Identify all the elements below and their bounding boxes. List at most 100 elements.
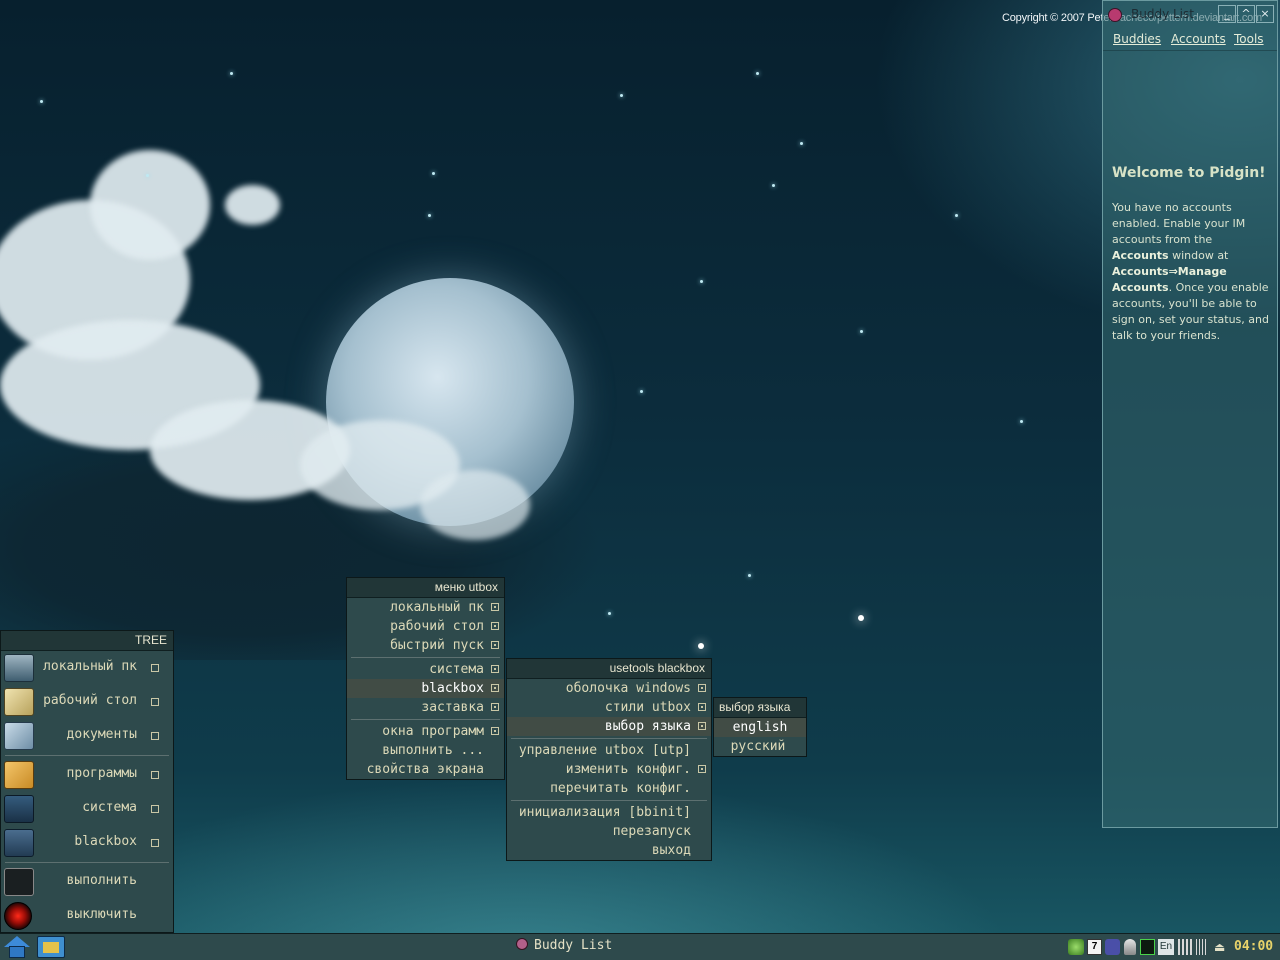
menu-item-language-select[interactable]: выбор языка <box>507 717 711 736</box>
minimize-icon[interactable]: _ <box>1218 5 1236 23</box>
menu-item-windows-shell[interactable]: оболочка windows <box>507 679 711 698</box>
pidgin-icon <box>1108 8 1122 22</box>
menu-item-screensaver[interactable]: заставка <box>347 698 504 717</box>
tree-item-system[interactable]: система <box>1 792 173 826</box>
close-icon[interactable]: × <box>1256 5 1274 23</box>
taskbar-task-buddy-list[interactable]: Buddy List <box>516 938 612 953</box>
menu-item-label: инициализация [bbinit] <box>518 805 691 820</box>
utbox-menu-title: меню utbox <box>347 578 504 598</box>
menu-item-russian[interactable]: русский <box>714 737 806 756</box>
star <box>800 142 803 145</box>
tree-item-local-pc[interactable]: локальный пк <box>1 651 173 685</box>
menu-item-program-windows[interactable]: окна программ <box>347 722 504 741</box>
star <box>40 100 43 103</box>
language-indicator[interactable]: En <box>1158 939 1174 955</box>
tree-item-run[interactable]: выполнить <box>1 865 173 899</box>
star <box>772 184 775 187</box>
task-label: Buddy List <box>534 938 613 953</box>
star <box>428 214 431 217</box>
volume-icon[interactable] <box>1196 939 1206 955</box>
tree-item-label: система <box>82 800 137 815</box>
menu-item-local-pc[interactable]: локальный пк <box>347 598 504 617</box>
eject-icon[interactable]: ⏏ <box>1214 939 1228 955</box>
menu-accounts[interactable]: Accounts <box>1171 32 1226 46</box>
cpu-meter-icon[interactable] <box>1140 939 1155 955</box>
home-icon[interactable] <box>4 936 30 958</box>
menu-item-label: выход <box>651 843 691 858</box>
apps-icon[interactable] <box>37 936 65 958</box>
maximize-icon[interactable]: ^ <box>1237 5 1255 23</box>
menu-item-reload-config[interactable]: перечитать конфиг. <box>507 779 711 798</box>
menu-item-utbox-control[interactable]: управление utbox [utp] <box>507 741 711 760</box>
star <box>698 643 704 649</box>
menu-item-run[interactable]: выполнить ... <box>347 741 504 760</box>
star <box>748 574 751 577</box>
star <box>858 615 864 621</box>
menu-item-label: оболочка windows <box>565 681 691 696</box>
clock: 04:00 <box>1234 939 1274 954</box>
window-titlebar[interactable]: Buddy List _ ^ × <box>1103 1 1277 29</box>
menu-item-english[interactable]: english <box>714 718 806 737</box>
menu-tools[interactable]: Tools <box>1234 32 1264 46</box>
star <box>1020 420 1023 423</box>
programs-icon <box>4 761 34 789</box>
menu-item-system[interactable]: система <box>347 660 504 679</box>
menu-item-desktop[interactable]: рабочий стол <box>347 617 504 636</box>
terminal-icon <box>4 868 34 896</box>
submenu-arrow-icon <box>698 703 706 711</box>
tree-item-label: программы <box>66 766 137 781</box>
tree-item-documents[interactable]: документы <box>1 719 173 753</box>
menu-item-exit[interactable]: выход <box>507 841 711 860</box>
submenu-arrow-icon <box>491 665 499 673</box>
star <box>640 390 643 393</box>
documents-icon <box>4 722 34 750</box>
menu-item-label: система <box>429 662 484 677</box>
menu-item-bbinit[interactable]: инициализация [bbinit] <box>507 803 711 822</box>
blackbox-submenu-title: usetools blackbox <box>507 659 711 679</box>
submenu-arrow-icon <box>698 684 706 692</box>
welcome-message: You have no accounts enabled. Enable you… <box>1112 200 1272 344</box>
tree-item-label: локальный пк <box>43 659 137 674</box>
submenu-arrow-icon <box>491 684 499 692</box>
menu-item-utbox-styles[interactable]: стили utbox <box>507 698 711 717</box>
star <box>700 280 703 283</box>
tree-item-desktop[interactable]: рабочий стол <box>1 685 173 719</box>
language-submenu: выбор языка english русский <box>713 697 807 757</box>
tree-panel: TREE локальный пк рабочий стол документы… <box>0 630 174 933</box>
welcome-heading: Welcome to Pidgin! <box>1112 165 1266 181</box>
menu-item-display-properties[interactable]: свойства экрана <box>347 760 504 779</box>
menu-item-label: выполнить ... <box>382 743 484 758</box>
menu-item-label: перезапуск <box>612 824 691 839</box>
menu-item-edit-config[interactable]: изменить конфиг. <box>507 760 711 779</box>
submenu-arrow-icon <box>151 664 159 672</box>
menu-item-label: выбор языка <box>604 719 691 734</box>
wallpaper-cloud <box>420 470 530 540</box>
blackbox-submenu: usetools blackbox оболочка windows стили… <box>506 658 712 861</box>
tree-item-shutdown[interactable]: выключить <box>1 899 173 933</box>
menu-item-label: стили utbox <box>604 700 691 715</box>
menu-item-label: english <box>732 720 788 735</box>
menu-item-label: перечитать конфиг. <box>550 781 691 796</box>
tree-item-label: выключить <box>66 907 137 922</box>
tree-panel-title: TREE <box>1 631 173 651</box>
language-submenu-title: выбор языка <box>714 698 806 718</box>
memory-icon[interactable] <box>1178 939 1194 955</box>
submenu-arrow-icon <box>151 771 159 779</box>
menu-item-quick-launch[interactable]: быстрий пуск <box>347 636 504 655</box>
tree-item-label: blackbox <box>74 834 137 849</box>
wallpaper-cloud <box>225 185 280 225</box>
tree-item-label: выполнить <box>66 873 137 888</box>
menu-item-restart[interactable]: перезапуск <box>507 822 711 841</box>
menu-buddies[interactable]: Buddies <box>1113 32 1161 46</box>
accounts-link: Accounts <box>1112 249 1169 262</box>
pidgin-tray-icon[interactable] <box>1105 939 1120 955</box>
submenu-arrow-icon <box>151 732 159 740</box>
calendar-icon[interactable]: 7 <box>1087 939 1102 955</box>
figure-icon[interactable] <box>1124 939 1136 955</box>
submenu-arrow-icon <box>151 839 159 847</box>
network-icon[interactable] <box>1068 939 1084 955</box>
tree-item-blackbox[interactable]: blackbox <box>1 826 173 860</box>
menu-item-blackbox[interactable]: blackbox <box>347 679 504 698</box>
tree-item-programs[interactable]: программы <box>1 758 173 792</box>
welcome-text: window at <box>1168 249 1229 262</box>
